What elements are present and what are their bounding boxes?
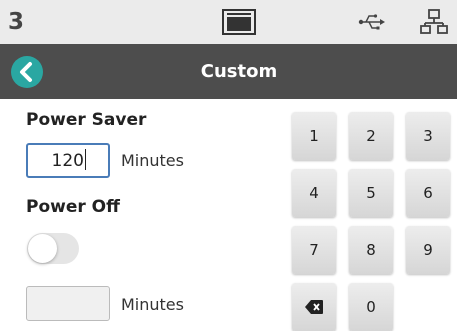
keypad-key-5[interactable]: 5 xyxy=(349,169,393,217)
usb-icon xyxy=(358,13,386,35)
keypad-key-0[interactable]: 0 xyxy=(349,283,393,331)
keypad-key-7[interactable]: 7 xyxy=(292,226,336,274)
power-off-label: Power Off xyxy=(26,197,120,217)
power-off-input[interactable] xyxy=(26,286,110,321)
screen-icon xyxy=(222,9,256,39)
keypad-key-6[interactable]: 6 xyxy=(406,169,450,217)
chevron-left-icon xyxy=(20,62,32,82)
title-bar: Custom xyxy=(0,44,457,99)
back-button[interactable] xyxy=(11,56,43,88)
toggle-knob xyxy=(28,234,57,263)
keypad-key-1[interactable]: 1 xyxy=(292,112,336,160)
power-saver-label: Power Saver xyxy=(26,110,147,130)
power-saver-value: 120 xyxy=(51,151,84,171)
keypad-key-9[interactable]: 9 xyxy=(406,226,450,274)
network-icon xyxy=(420,9,448,39)
keypad-key-8[interactable]: 8 xyxy=(349,226,393,274)
power-off-unit-label: Minutes xyxy=(121,295,184,314)
status-bar: 3 xyxy=(0,0,457,44)
keypad-key-2[interactable]: 2 xyxy=(349,112,393,160)
power-saver-unit-label: Minutes xyxy=(121,151,184,170)
page-title: Custom xyxy=(200,61,278,82)
power-saver-input[interactable]: 120 xyxy=(26,143,110,178)
keypad-backspace-button[interactable] xyxy=(292,283,336,331)
text-caret xyxy=(85,149,86,170)
keypad-key-3[interactable]: 3 xyxy=(406,112,450,160)
power-off-toggle[interactable] xyxy=(27,233,79,264)
keypad-key-4[interactable]: 4 xyxy=(292,169,336,217)
status-number: 3 xyxy=(8,9,25,35)
backspace-icon xyxy=(305,300,323,314)
